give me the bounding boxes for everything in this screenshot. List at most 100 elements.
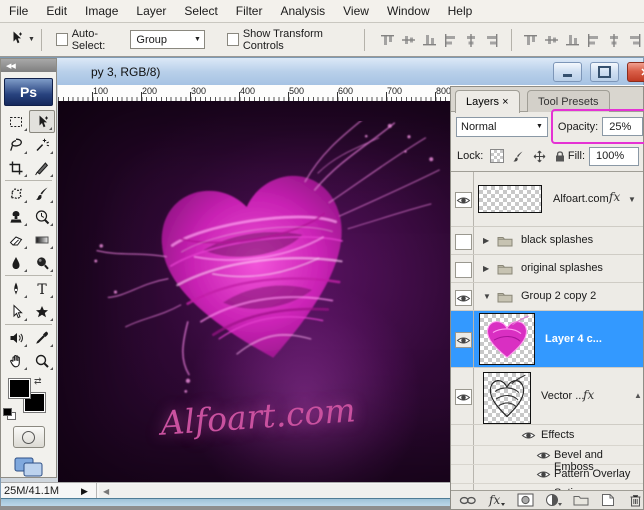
opacity-input[interactable]: 25% [602,117,643,136]
layer-row-black-splashes[interactable]: ▶black splashes [451,227,643,255]
layer-thumbnail[interactable] [478,185,542,213]
layer-row-alfoart-com[interactable]: Alfoart.comfx▼ [451,172,643,227]
tool-brush[interactable] [29,182,55,205]
tab-tool-presets[interactable]: Tool Presets [527,90,610,112]
lock-all-icon[interactable] [553,150,567,163]
adjustment-layer-button[interactable] [545,493,562,508]
effect-visibility-icon[interactable] [536,450,551,464]
tool-rectangular-marquee[interactable] [3,110,29,133]
layer-thumbnail[interactable] [483,372,531,424]
tool-audio-annotation[interactable] [3,326,29,349]
align-top-button[interactable] [379,32,396,48]
layer-thumbnail[interactable] [479,313,535,365]
lock-pixels-icon[interactable] [511,150,525,163]
new-layer-button[interactable] [600,493,616,508]
menu-edit[interactable]: Edit [37,1,76,21]
tool-pen[interactable] [3,277,29,300]
tool-lasso[interactable] [3,133,29,156]
tool-preset-picker[interactable]: ▼ [8,30,35,49]
align-hcenter-button[interactable] [463,32,480,48]
effect-row-bevel-and-emboss[interactable]: Bevel and Emboss [451,446,643,465]
tool-path-selection[interactable] [3,300,29,323]
visibility-toggle[interactable] [455,389,472,405]
delete-layer-button[interactable] [627,493,643,508]
collapse-palette-button[interactable]: ◀◀ [1,59,56,72]
fill-input[interactable]: 100% [589,147,639,166]
tool-slice[interactable] [29,156,55,179]
menu-help[interactable]: Help [439,1,482,21]
default-colors-icon[interactable] [3,408,15,419]
lock-position-icon[interactable] [532,150,546,163]
swap-colors-icon[interactable]: ⇄ [34,376,42,387]
tool-magic-wand[interactable] [29,133,55,156]
visibility-toggle[interactable] [455,234,472,250]
visibility-toggle[interactable] [455,192,472,208]
layer-mask-button[interactable] [517,493,534,508]
foreground-color-swatch[interactable] [8,378,31,399]
link-layers-button[interactable] [459,493,477,508]
visibility-toggle[interactable] [455,332,472,348]
tool-zoom[interactable] [29,349,55,372]
effect-row-effects[interactable]: Effects [451,425,643,446]
tool-blur[interactable] [3,251,29,274]
menu-analysis[interactable]: Analysis [271,1,334,21]
maximize-button[interactable] [590,62,619,82]
layer-style-button[interactable]: fx [488,493,506,508]
new-group-button[interactable] [573,493,589,508]
visibility-toggle[interactable] [455,290,472,306]
tab-layers[interactable]: Layers × [455,90,520,113]
tool-history-brush[interactable] [29,205,55,228]
distribute-vcenter-button[interactable] [543,32,560,48]
status-flyout-icon[interactable]: ▶ [81,486,88,497]
layer-row-layer-4-c-[interactable]: Layer 4 c... [451,311,643,368]
menu-filter[interactable]: Filter [227,1,272,21]
collapse-group-icon[interactable]: ▼ [483,292,491,301]
lock-transparency-icon[interactable] [490,150,504,163]
distribute-left-button[interactable] [585,32,602,48]
distribute-top-button[interactable] [522,32,539,48]
align-bottom-button[interactable] [421,32,438,48]
close-button[interactable]: ✕ [627,62,644,82]
distribute-hcenter-button[interactable] [606,32,623,48]
quick-mask-button[interactable] [13,426,45,448]
document-titlebar[interactable]: py 3, RGB/8) ✕ [1,58,643,85]
distribute-right-button[interactable] [627,32,644,48]
layer-style-badge[interactable]: fx [609,190,620,204]
scroll-up-icon[interactable]: ▲ [634,391,642,400]
tool-gradient[interactable] [29,228,55,251]
minimize-button[interactable] [553,62,582,82]
tool-dodge[interactable] [29,251,55,274]
chevron-down-icon[interactable]: ▼ [628,195,636,204]
visibility-toggle[interactable] [455,262,472,278]
auto-select-checkbox[interactable] [56,33,68,46]
layer-row-vector-[interactable]: Vector ...fx▲ [451,368,643,425]
menu-select[interactable]: Select [175,1,226,21]
layer-row-group-2-copy-2[interactable]: ▼Group 2 copy 2 [451,283,643,311]
expand-group-icon[interactable]: ▶ [483,236,489,245]
layer-style-badge[interactable]: fx [583,388,594,402]
tool-eyedropper[interactable] [29,326,55,349]
tool-hand[interactable] [3,349,29,372]
tool-crop[interactable] [3,156,29,179]
auto-select-scope-dropdown[interactable]: Group ▼ [130,30,205,49]
align-left-button[interactable] [442,32,459,48]
align-right-button[interactable] [484,32,501,48]
effect-visibility-icon[interactable] [521,430,536,444]
align-vcenter-button[interactable] [400,32,417,48]
layer-row-original-splashes[interactable]: ▶original splashes [451,255,643,283]
menu-image[interactable]: Image [76,1,127,21]
show-transform-checkbox[interactable] [227,33,239,46]
menu-view[interactable]: View [334,1,378,21]
tool-custom-shape[interactable] [29,300,55,323]
effect-visibility-icon[interactable] [536,469,551,483]
menu-layer[interactable]: Layer [127,1,175,21]
menu-window[interactable]: Window [378,1,439,21]
tool-clone-stamp[interactable] [3,205,29,228]
tool-move[interactable] [29,110,55,133]
tool-type[interactable]: T [29,277,55,300]
distribute-bottom-button[interactable] [564,32,581,48]
expand-group-icon[interactable]: ▶ [483,264,489,273]
tool-healing-patch[interactable] [3,182,29,205]
effect-row-pattern-overlay[interactable]: Pattern Overlay [451,465,643,484]
blend-mode-dropdown[interactable]: Normal ▼ [456,117,548,137]
